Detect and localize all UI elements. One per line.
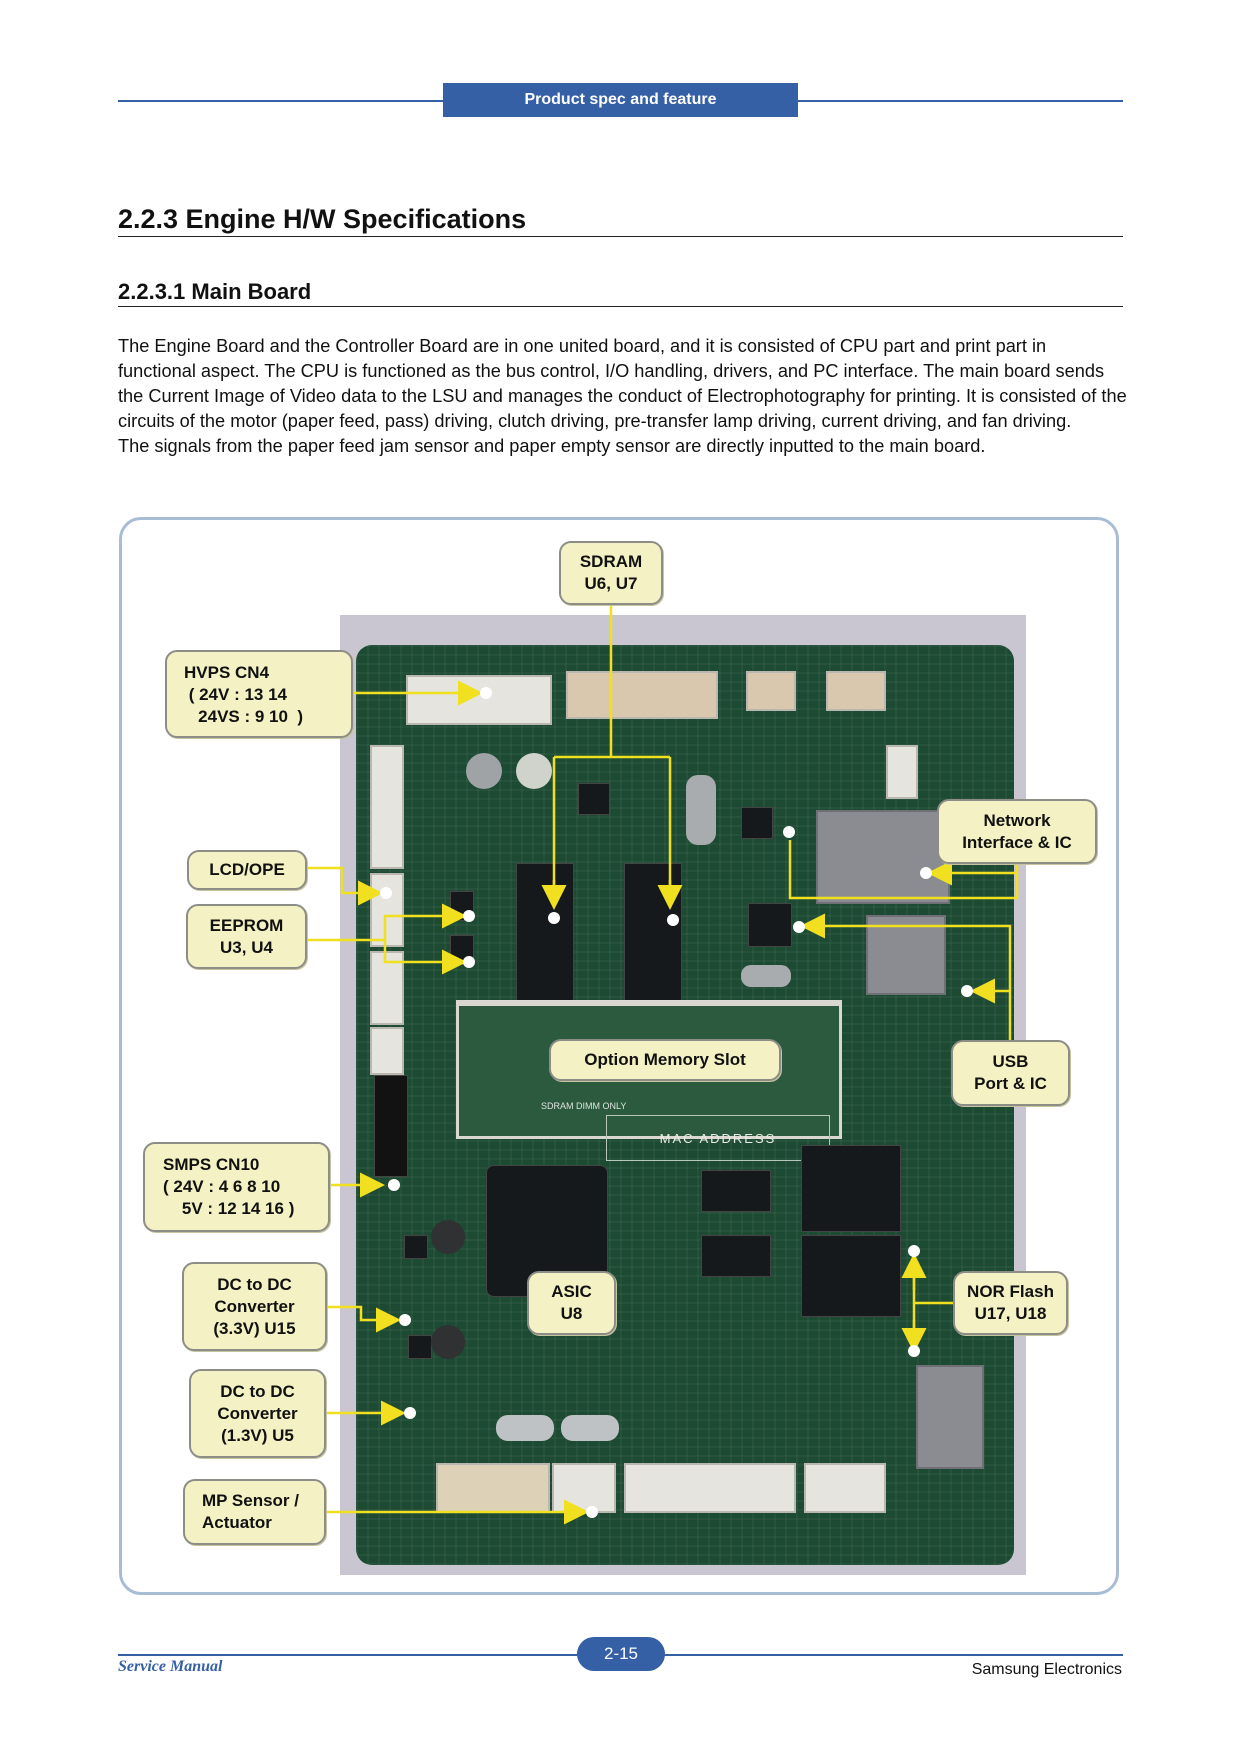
ic xyxy=(701,1235,771,1277)
callout-asic: ASIC U8 xyxy=(527,1271,616,1335)
network-jack xyxy=(816,810,950,904)
mac-address-silkscreen: MAC ADDRESS xyxy=(606,1115,830,1161)
callout-nor-flash: NOR Flash U17, U18 xyxy=(953,1271,1068,1335)
inductor xyxy=(431,1325,465,1359)
capacitor xyxy=(516,753,552,789)
usb-port xyxy=(866,915,946,995)
sdram-u7 xyxy=(624,863,682,1015)
mp-sensor-connector xyxy=(552,1463,616,1513)
callout-usb: USB Port & IC xyxy=(951,1040,1070,1106)
callout-hvps: HVPS CN4 ( 24V : 13 14 24VS : 9 10 ) xyxy=(165,650,353,738)
crystal xyxy=(561,1415,619,1441)
sensor-connector xyxy=(370,745,404,869)
crystal xyxy=(686,775,716,845)
capacitor xyxy=(466,753,502,789)
main-board-photo: MAC ADDRESS SDRAM DIMM ONLY xyxy=(340,615,1026,1575)
callout-dcdc-3-3v: DC to DC Converter (3.3V) U15 xyxy=(182,1262,327,1351)
callout-network: Network Interface & IC xyxy=(937,799,1097,864)
dcdc-u5 xyxy=(408,1335,432,1359)
section-title: 2.2.3.1 Main Board xyxy=(118,279,312,304)
smps-connector xyxy=(374,1075,408,1177)
paragraph: The signals from the paper feed jam sens… xyxy=(118,436,986,456)
callout-sdram: SDRAM U6, U7 xyxy=(559,541,663,605)
ic xyxy=(578,783,610,815)
lcd-ope-connector xyxy=(370,873,404,947)
crystal xyxy=(741,965,791,987)
nor-flash-u18 xyxy=(801,1235,901,1317)
eeprom-u4 xyxy=(450,935,474,965)
connector xyxy=(370,1027,404,1075)
bldc-connector xyxy=(624,1463,796,1513)
lsu-connector xyxy=(566,671,718,719)
callout-smps: SMPS CN10 ( 24V : 4 6 8 10 5V : 12 14 16… xyxy=(143,1142,330,1232)
section-tab: Product spec and feature xyxy=(443,83,798,117)
jtag-connector xyxy=(436,1463,550,1513)
callout-mp-sensor: MP Sensor / Actuator xyxy=(183,1479,326,1545)
mp-connector xyxy=(804,1463,886,1513)
crystal xyxy=(496,1415,554,1441)
connector xyxy=(370,951,404,1025)
section-rule xyxy=(118,306,1123,307)
page-title: 2.2.3 Engine H/W Specifications xyxy=(118,204,527,234)
callout-lcd-ope: LCD/OPE xyxy=(187,850,307,890)
title-rule xyxy=(118,236,1123,237)
hvps-connector xyxy=(406,675,552,725)
callout-option-memory-slot: Option Memory Slot xyxy=(549,1039,781,1081)
callout-eeprom: EEPROM U3, U4 xyxy=(186,904,307,969)
exit-sensor-connector xyxy=(826,671,886,711)
thermistor-connector xyxy=(886,745,918,799)
network-ic xyxy=(741,807,773,839)
eeprom-u3 xyxy=(450,891,474,921)
pcb: MAC ADDRESS SDRAM DIMM ONLY xyxy=(356,645,1014,1565)
bracket xyxy=(916,1365,984,1469)
nor-flash-u17 xyxy=(801,1145,901,1232)
dcdc-u15 xyxy=(404,1235,428,1259)
page-number: 2-15 xyxy=(577,1637,665,1671)
sdram-dimm-silkscreen: SDRAM DIMM ONLY xyxy=(541,1101,627,1111)
paragraph: The Engine Board and the Controller Boar… xyxy=(118,336,1127,431)
sdram-u6 xyxy=(516,863,574,1015)
usb-ic xyxy=(748,903,792,947)
section-tab-label: Product spec and feature xyxy=(524,91,717,108)
body-text: The Engine Board and the Controller Boar… xyxy=(118,334,1128,459)
inductor xyxy=(431,1220,465,1254)
footer-brand: Samsung Electronics xyxy=(971,1661,1122,1678)
footer-manual-title: Service Manual xyxy=(118,1658,223,1675)
fan-connector xyxy=(746,671,796,711)
ic xyxy=(701,1170,771,1212)
callout-dcdc-1-3v: DC to DC Converter (1.3V) U5 xyxy=(189,1369,326,1458)
